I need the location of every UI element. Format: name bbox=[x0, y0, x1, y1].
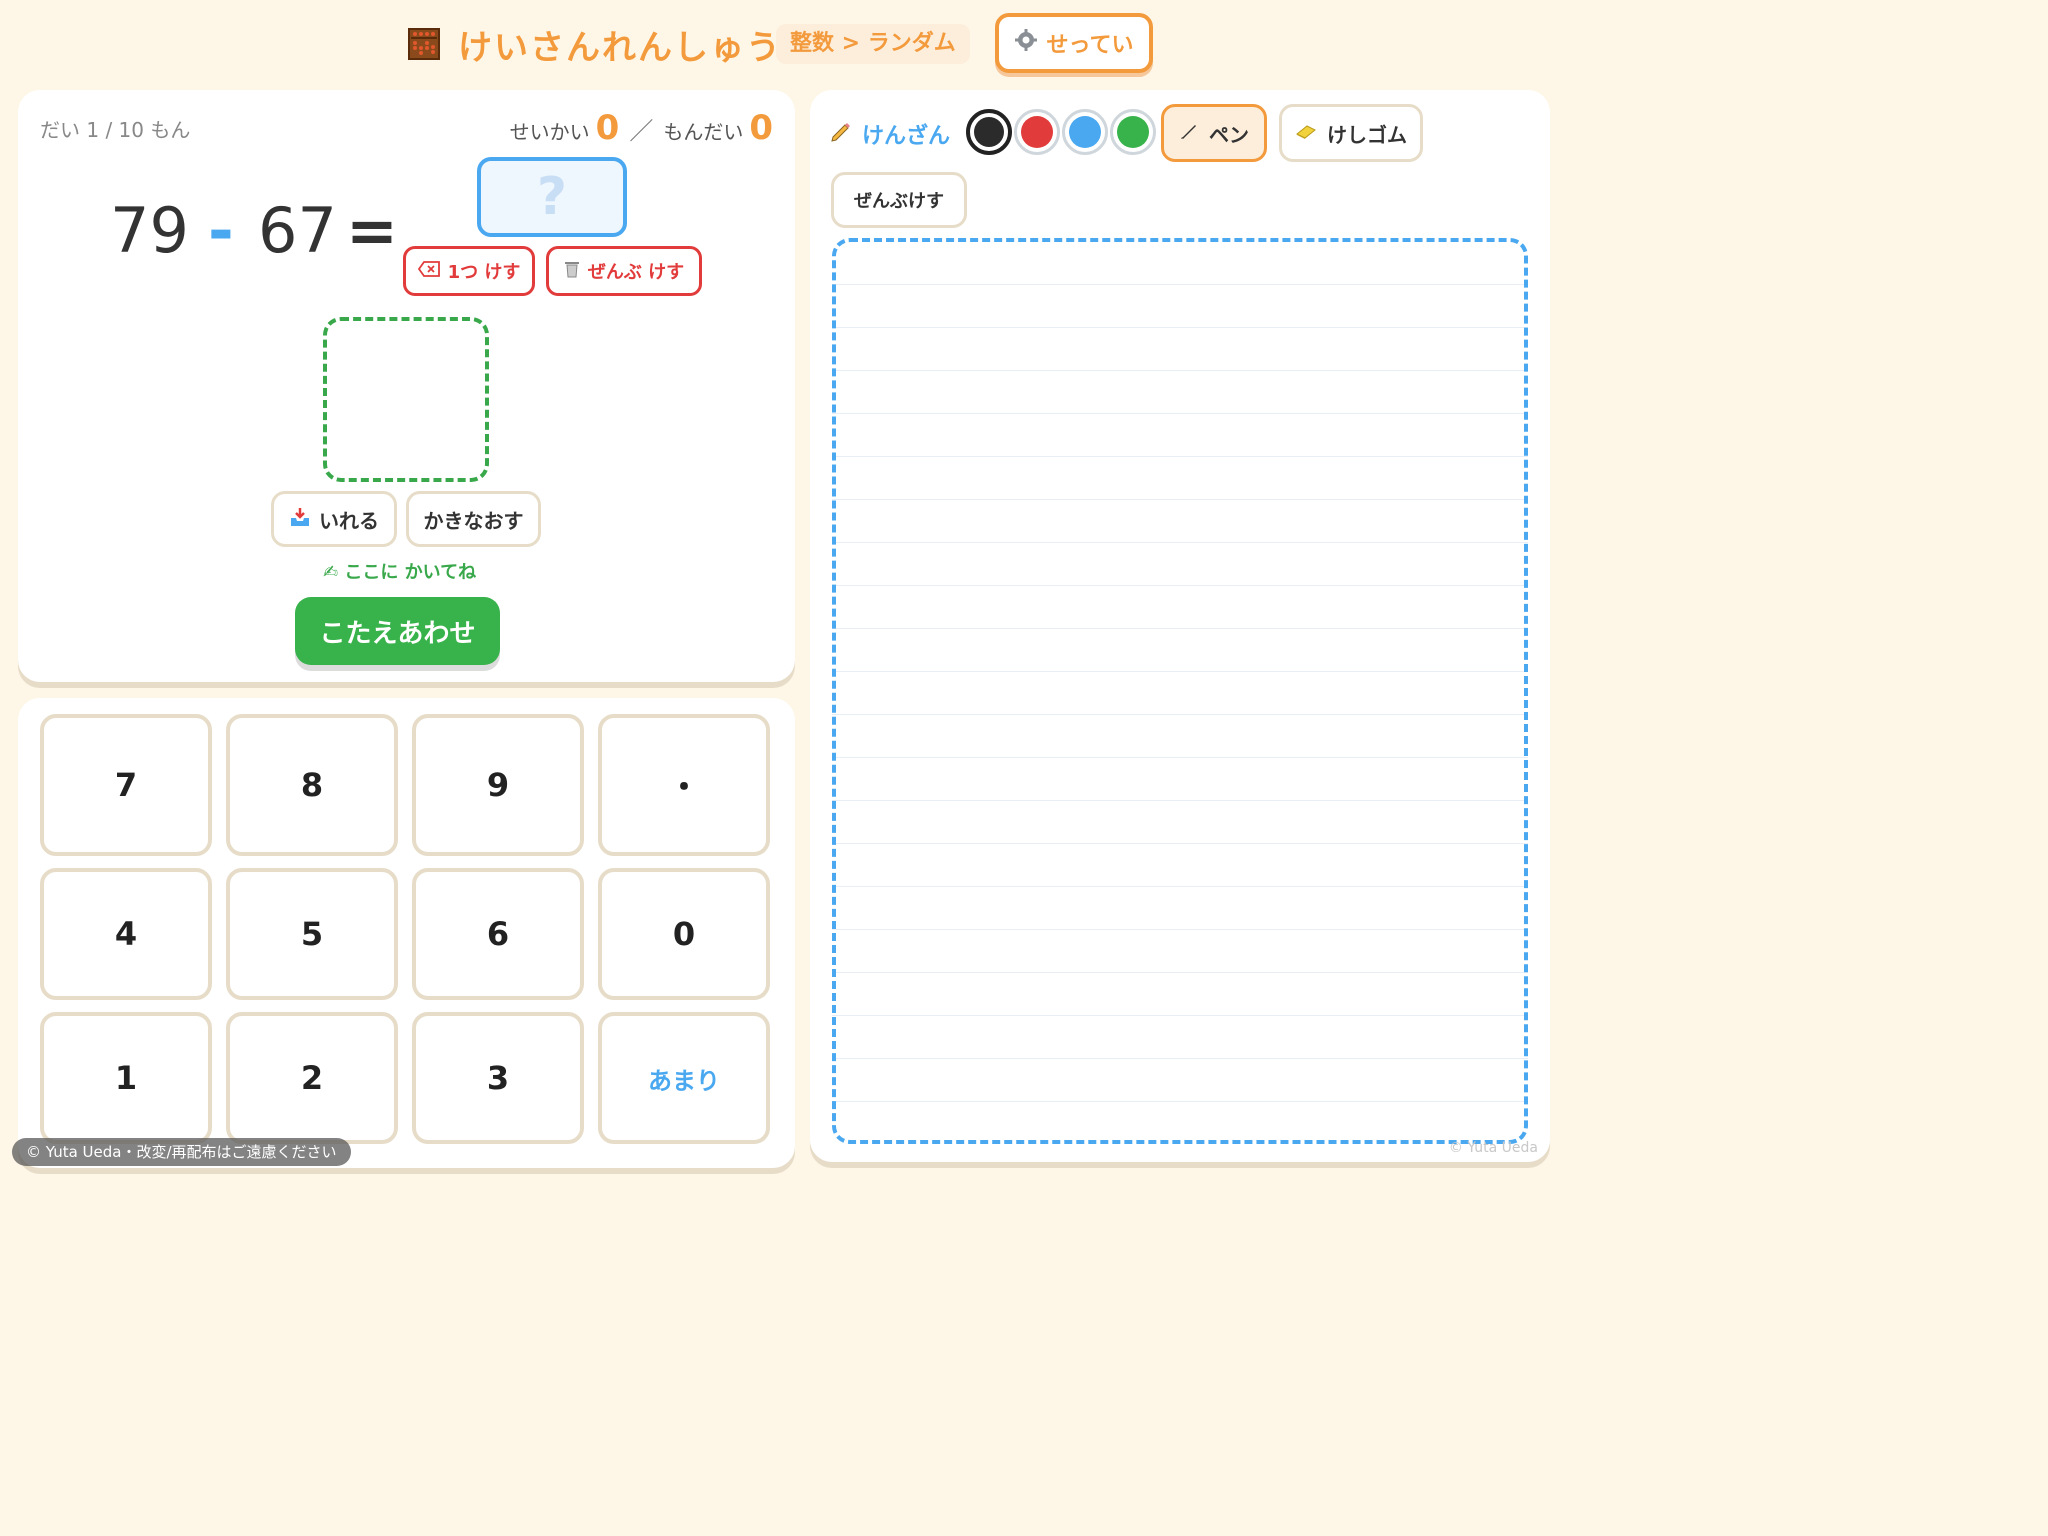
key-3[interactable]: 3 bbox=[412, 1012, 584, 1144]
inbox-tray-icon bbox=[289, 507, 311, 532]
score: せいかい 0 ／ もんだい 0 bbox=[510, 108, 773, 148]
total-label: もんだい bbox=[663, 120, 744, 144]
scratch-canvas[interactable] bbox=[832, 238, 1528, 1144]
keypad-panel: 7 8 9 ・ 4 5 6 0 1 2 3 あまり bbox=[18, 698, 795, 1168]
rewrite-button[interactable]: かきなおす bbox=[406, 491, 541, 547]
color-red-swatch[interactable] bbox=[1014, 109, 1060, 155]
equals-sign: = bbox=[346, 194, 398, 267]
key-0[interactable]: 0 bbox=[598, 868, 770, 1000]
delete-one-label: 1つ けす bbox=[447, 262, 521, 283]
eraser-icon bbox=[1295, 121, 1317, 145]
scratch-panel: けんざん ペン けしゴム ぜんぶけす © Yuta Ueda bbox=[810, 90, 1550, 1162]
watermark: © Yuta Ueda bbox=[1448, 1140, 1538, 1156]
eraser-tool-button[interactable]: けしゴム bbox=[1279, 104, 1423, 162]
pencil-icon bbox=[830, 120, 852, 148]
question-panel: だい 1 / 10 もん せいかい 0 ／ もんだい 0 79 - 67 = ?… bbox=[18, 90, 795, 682]
correct-label: せいかい bbox=[509, 120, 590, 144]
key-6[interactable]: 6 bbox=[412, 868, 584, 1000]
handwriting-hint: ✍ ここに かいてね bbox=[323, 558, 476, 584]
clear-all-button[interactable]: ぜんぶけす bbox=[831, 172, 967, 228]
copyright-badge: © Yuta Ueda・改変/再配布はご遠慮ください bbox=[12, 1138, 351, 1166]
scratch-title: けんざん bbox=[830, 118, 950, 150]
abacus-icon bbox=[408, 28, 440, 60]
app-title: けいさんれんしゅう bbox=[458, 28, 782, 68]
color-green-swatch[interactable] bbox=[1110, 109, 1156, 155]
check-answer-button[interactable]: こたえあわせ bbox=[295, 597, 500, 665]
writing-hand-icon: ✍ bbox=[323, 562, 339, 583]
question-counter: だい 1 / 10 もん bbox=[40, 118, 191, 142]
pen-icon bbox=[1179, 121, 1199, 146]
key-5[interactable]: 5 bbox=[226, 868, 398, 1000]
delete-all-label: ぜんぶ けす bbox=[587, 262, 685, 283]
key-7[interactable]: 7 bbox=[40, 714, 212, 856]
key-2[interactable]: 2 bbox=[226, 1012, 398, 1144]
operator: - bbox=[208, 194, 234, 267]
delete-all-button[interactable]: ぜんぶ けす bbox=[546, 246, 702, 296]
insert-label: いれる bbox=[319, 508, 379, 533]
gear-icon bbox=[1014, 29, 1037, 57]
settings-label: せってい bbox=[1046, 33, 1134, 58]
key-9[interactable]: 9 bbox=[412, 714, 584, 856]
key-dot[interactable]: ・ bbox=[598, 714, 770, 856]
backspace-icon bbox=[417, 260, 440, 282]
header: けいさんれんしゅう 整数 > ランダム せってい bbox=[0, 0, 1568, 88]
settings-button[interactable]: せってい bbox=[995, 13, 1153, 73]
handwriting-box[interactable] bbox=[323, 317, 489, 482]
pen-label: ペン bbox=[1209, 122, 1249, 147]
scratch-title-text: けんざん bbox=[862, 124, 951, 149]
breadcrumb[interactable]: 整数 > ランダム bbox=[776, 24, 970, 64]
delete-one-button[interactable]: 1つ けす bbox=[403, 246, 535, 296]
key-remainder[interactable]: あまり bbox=[598, 1012, 770, 1144]
key-4[interactable]: 4 bbox=[40, 868, 212, 1000]
key-1[interactable]: 1 bbox=[40, 1012, 212, 1144]
score-separator: ／ bbox=[629, 117, 654, 145]
color-black-swatch[interactable] bbox=[966, 109, 1012, 155]
operand-a: 79 bbox=[110, 194, 189, 267]
answer-box[interactable]: ? bbox=[477, 157, 627, 237]
color-blue-swatch[interactable] bbox=[1062, 109, 1108, 155]
insert-button[interactable]: いれる bbox=[271, 491, 397, 547]
total-count: 0 bbox=[749, 108, 773, 148]
pen-tool-button[interactable]: ペン bbox=[1161, 104, 1267, 162]
correct-count: 0 bbox=[595, 108, 620, 148]
eraser-label: けしゴム bbox=[1327, 122, 1407, 147]
trash-icon bbox=[564, 260, 580, 283]
operand-b: 67 bbox=[258, 194, 337, 267]
key-8[interactable]: 8 bbox=[226, 714, 398, 856]
hint-text: ここに かいてね bbox=[344, 562, 477, 583]
